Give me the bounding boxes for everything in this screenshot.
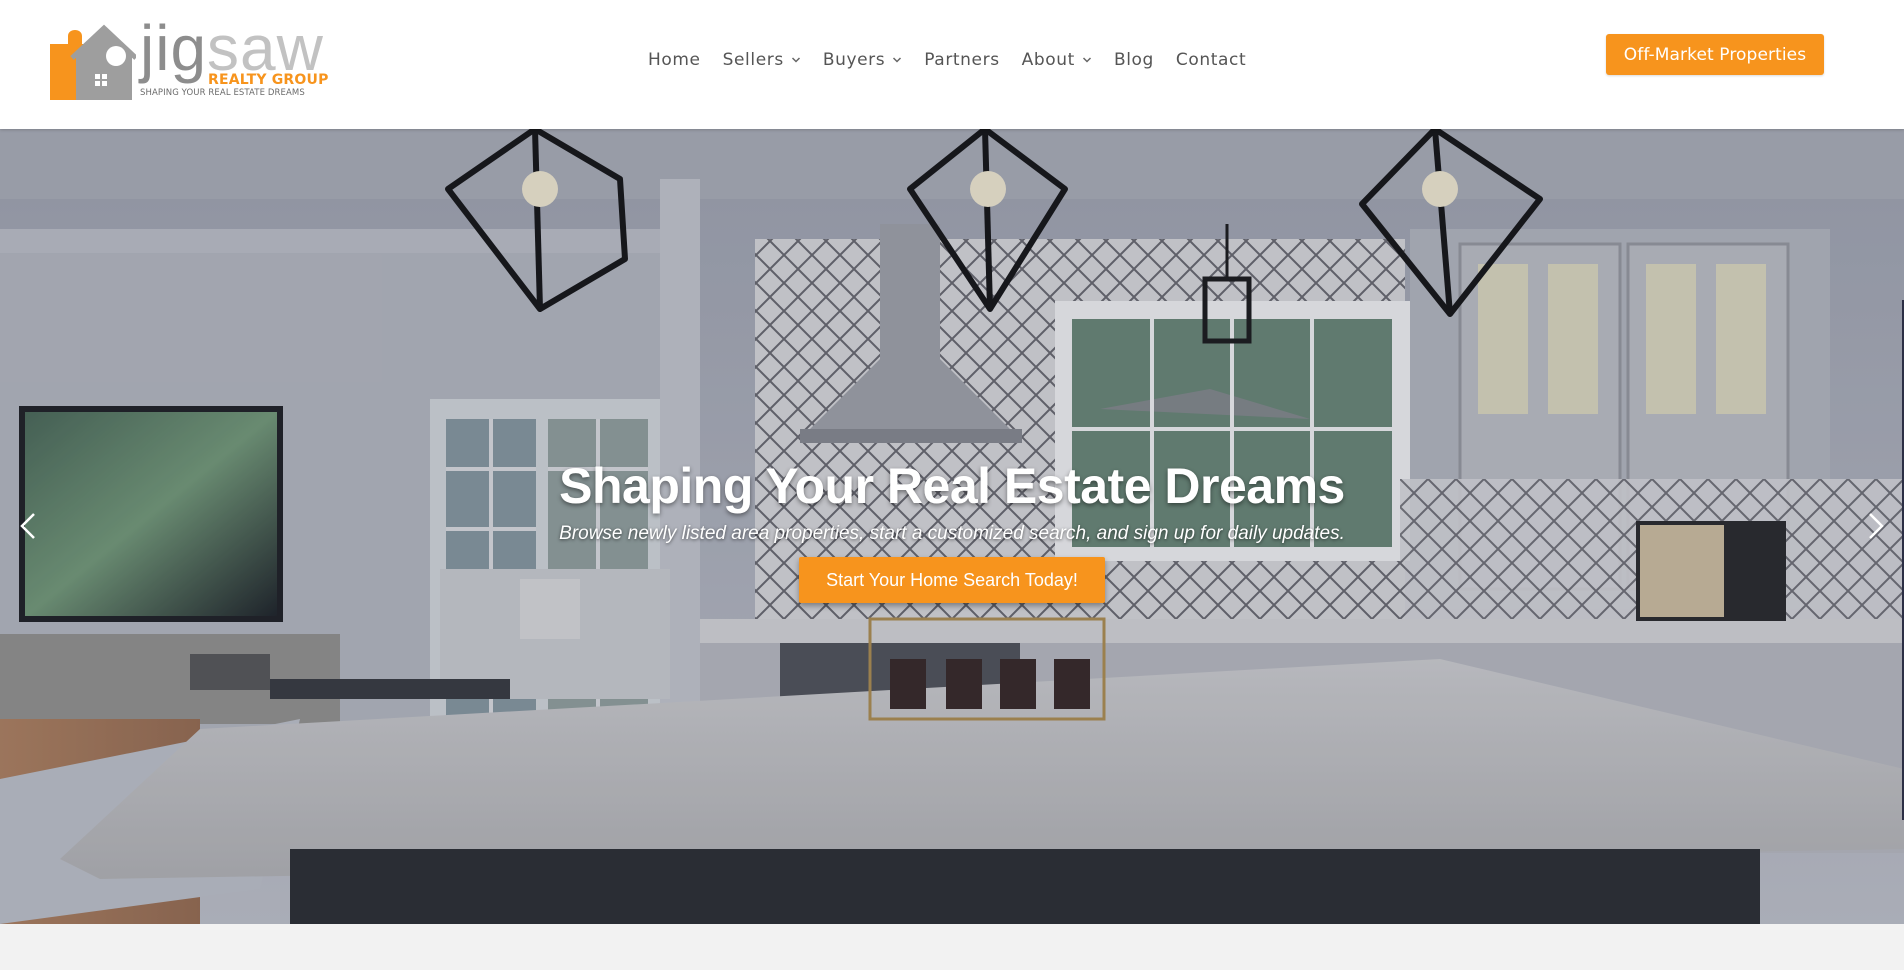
nav-item-partners[interactable]: Partners bbox=[924, 50, 999, 70]
nav-item-label: Contact bbox=[1175, 50, 1247, 70]
logo-wordmark: jigsaw bbox=[140, 16, 324, 80]
chevron-left-icon[interactable] bbox=[12, 508, 48, 544]
site-header: jigsaw REALTY GROUP SHAPING YOUR REAL ES… bbox=[0, 0, 1904, 129]
nav-item-label: Home bbox=[648, 50, 701, 70]
chevron-right-icon[interactable] bbox=[1856, 508, 1892, 544]
main-nav: Home Sellers Buyers Partners About Blog … bbox=[648, 48, 1246, 72]
nav-item-contact[interactable]: Contact bbox=[1176, 50, 1246, 70]
nav-item-about[interactable]: About bbox=[1022, 50, 1092, 70]
start-home-search-button[interactable]: Start Your Home Search Today! bbox=[799, 557, 1105, 603]
chevron-down-icon bbox=[893, 57, 902, 63]
next-section-strip bbox=[0, 924, 1904, 970]
nav-item-label: Partners bbox=[924, 50, 1000, 70]
chevron-down-icon bbox=[1082, 57, 1091, 63]
hero-slider: Shaping Your Real Estate Dreams Browse n… bbox=[0, 129, 1904, 924]
logo-subtitle: REALTY GROUP bbox=[208, 72, 329, 88]
nav-item-buyers[interactable]: Buyers bbox=[823, 50, 902, 70]
off-market-properties-button[interactable]: Off-Market Properties bbox=[1606, 34, 1824, 75]
nav-item-label: Buyers bbox=[822, 50, 886, 70]
puzzle-house-logo-icon bbox=[50, 24, 136, 100]
logo-tagline: SHAPING YOUR REAL ESTATE DREAMS bbox=[140, 88, 305, 98]
nav-item-label: About bbox=[1021, 50, 1075, 70]
nav-item-label: Blog bbox=[1113, 50, 1154, 70]
nav-item-sellers[interactable]: Sellers bbox=[723, 50, 801, 70]
logo-word-dark: jig bbox=[140, 12, 208, 84]
nav-item-blog[interactable]: Blog bbox=[1114, 50, 1154, 70]
logo[interactable]: jigsaw REALTY GROUP SHAPING YOUR REAL ES… bbox=[48, 16, 328, 102]
hero-title: Shaping Your Real Estate Dreams bbox=[559, 458, 1345, 514]
nav-item-home[interactable]: Home bbox=[648, 50, 701, 70]
nav-item-label: Sellers bbox=[722, 50, 784, 70]
hero-subtitle: Browse newly listed area properties, sta… bbox=[559, 523, 1345, 544]
chevron-down-icon bbox=[791, 57, 800, 63]
